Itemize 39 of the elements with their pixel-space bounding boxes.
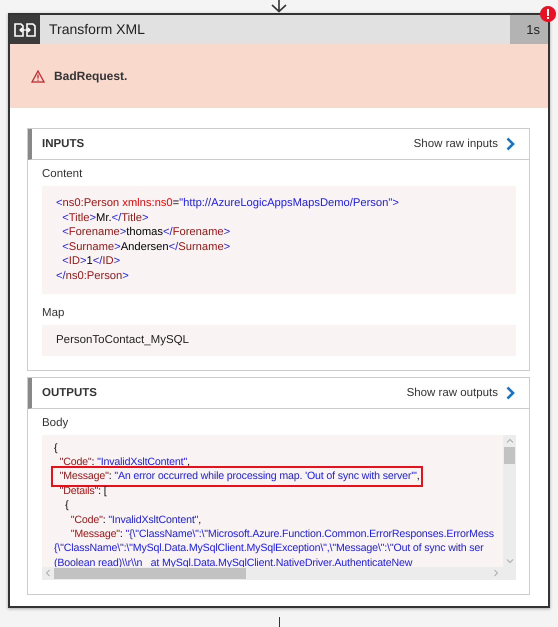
scroll-right-icon[interactable] xyxy=(492,569,500,578)
code-line: "Message": "{\"ClassName\":\"Microsoft.Azure.Function.Common.ErrorResponses.ErrorMess xyxy=(70,526,494,542)
code-line: <ns0:Person xmlns:ns0="http://AzureLogicAppsMapsDemo/Person"> xyxy=(56,196,399,211)
code-line: (Boolean read)\\r\\n at MySql.Data.MySqlClient.NativeDriver.AuthenticateNew xyxy=(54,556,412,570)
code-line: "Message": "An error occurred while processing map. 'Out of sync with server'", xyxy=(54,469,420,484)
warning-icon xyxy=(31,70,45,82)
field-label: Body xyxy=(42,416,70,429)
code-line: <Forename>thomas</Forename> xyxy=(61,225,230,240)
chevron-right-icon xyxy=(506,386,515,400)
code-line: { xyxy=(64,498,69,513)
scroll-up-icon[interactable] xyxy=(506,436,514,445)
chevron-right-icon xyxy=(506,137,515,151)
scroll-left-icon[interactable] xyxy=(44,569,52,578)
code-line: <Surname>Andersen</Surname> xyxy=(61,240,230,254)
show-raw-link[interactable]: Show raw outputs xyxy=(406,386,515,400)
field-label: Map xyxy=(42,306,66,319)
code-line: "Details": [ xyxy=(58,484,107,498)
error-message: BadRequest. xyxy=(54,69,128,83)
code-line: {\"ClassName\":\"MySql.Data.MySqlClient.MySqlException\",\"Message\":\"Out of sync with ser xyxy=(54,541,484,556)
code-line: </ns0:Person> xyxy=(56,268,129,284)
field-label: Content xyxy=(42,168,84,180)
action-title: Transform XML xyxy=(48,20,146,39)
duration-label: 1s xyxy=(510,15,548,44)
section-title: INPUTS xyxy=(42,138,84,150)
map-value: PersonToContact_MySQL xyxy=(42,324,516,356)
show-raw-link[interactable]: Show raw inputs xyxy=(414,137,515,151)
card-header[interactable]: Transform XML 1s xyxy=(10,15,548,44)
code-line: { xyxy=(54,440,58,455)
vertical-scrollbar[interactable] xyxy=(503,434,516,567)
code-line: <ID>1</ID> xyxy=(61,254,120,269)
code-line: <Title>Mr.</Title> xyxy=(61,210,149,226)
scroll-thumb[interactable] xyxy=(54,568,246,579)
code-line: "Code": "InvalidXsltContent", xyxy=(58,454,190,470)
documents-transform-icon xyxy=(13,20,37,38)
section-title: OUTPUTS xyxy=(42,386,97,399)
code-line: "Code": "InvalidXsltContent", xyxy=(70,512,202,527)
scroll-down-icon[interactable] xyxy=(506,556,514,565)
horizontal-scrollbar[interactable] xyxy=(42,566,516,580)
scroll-thumb[interactable] xyxy=(504,446,515,464)
